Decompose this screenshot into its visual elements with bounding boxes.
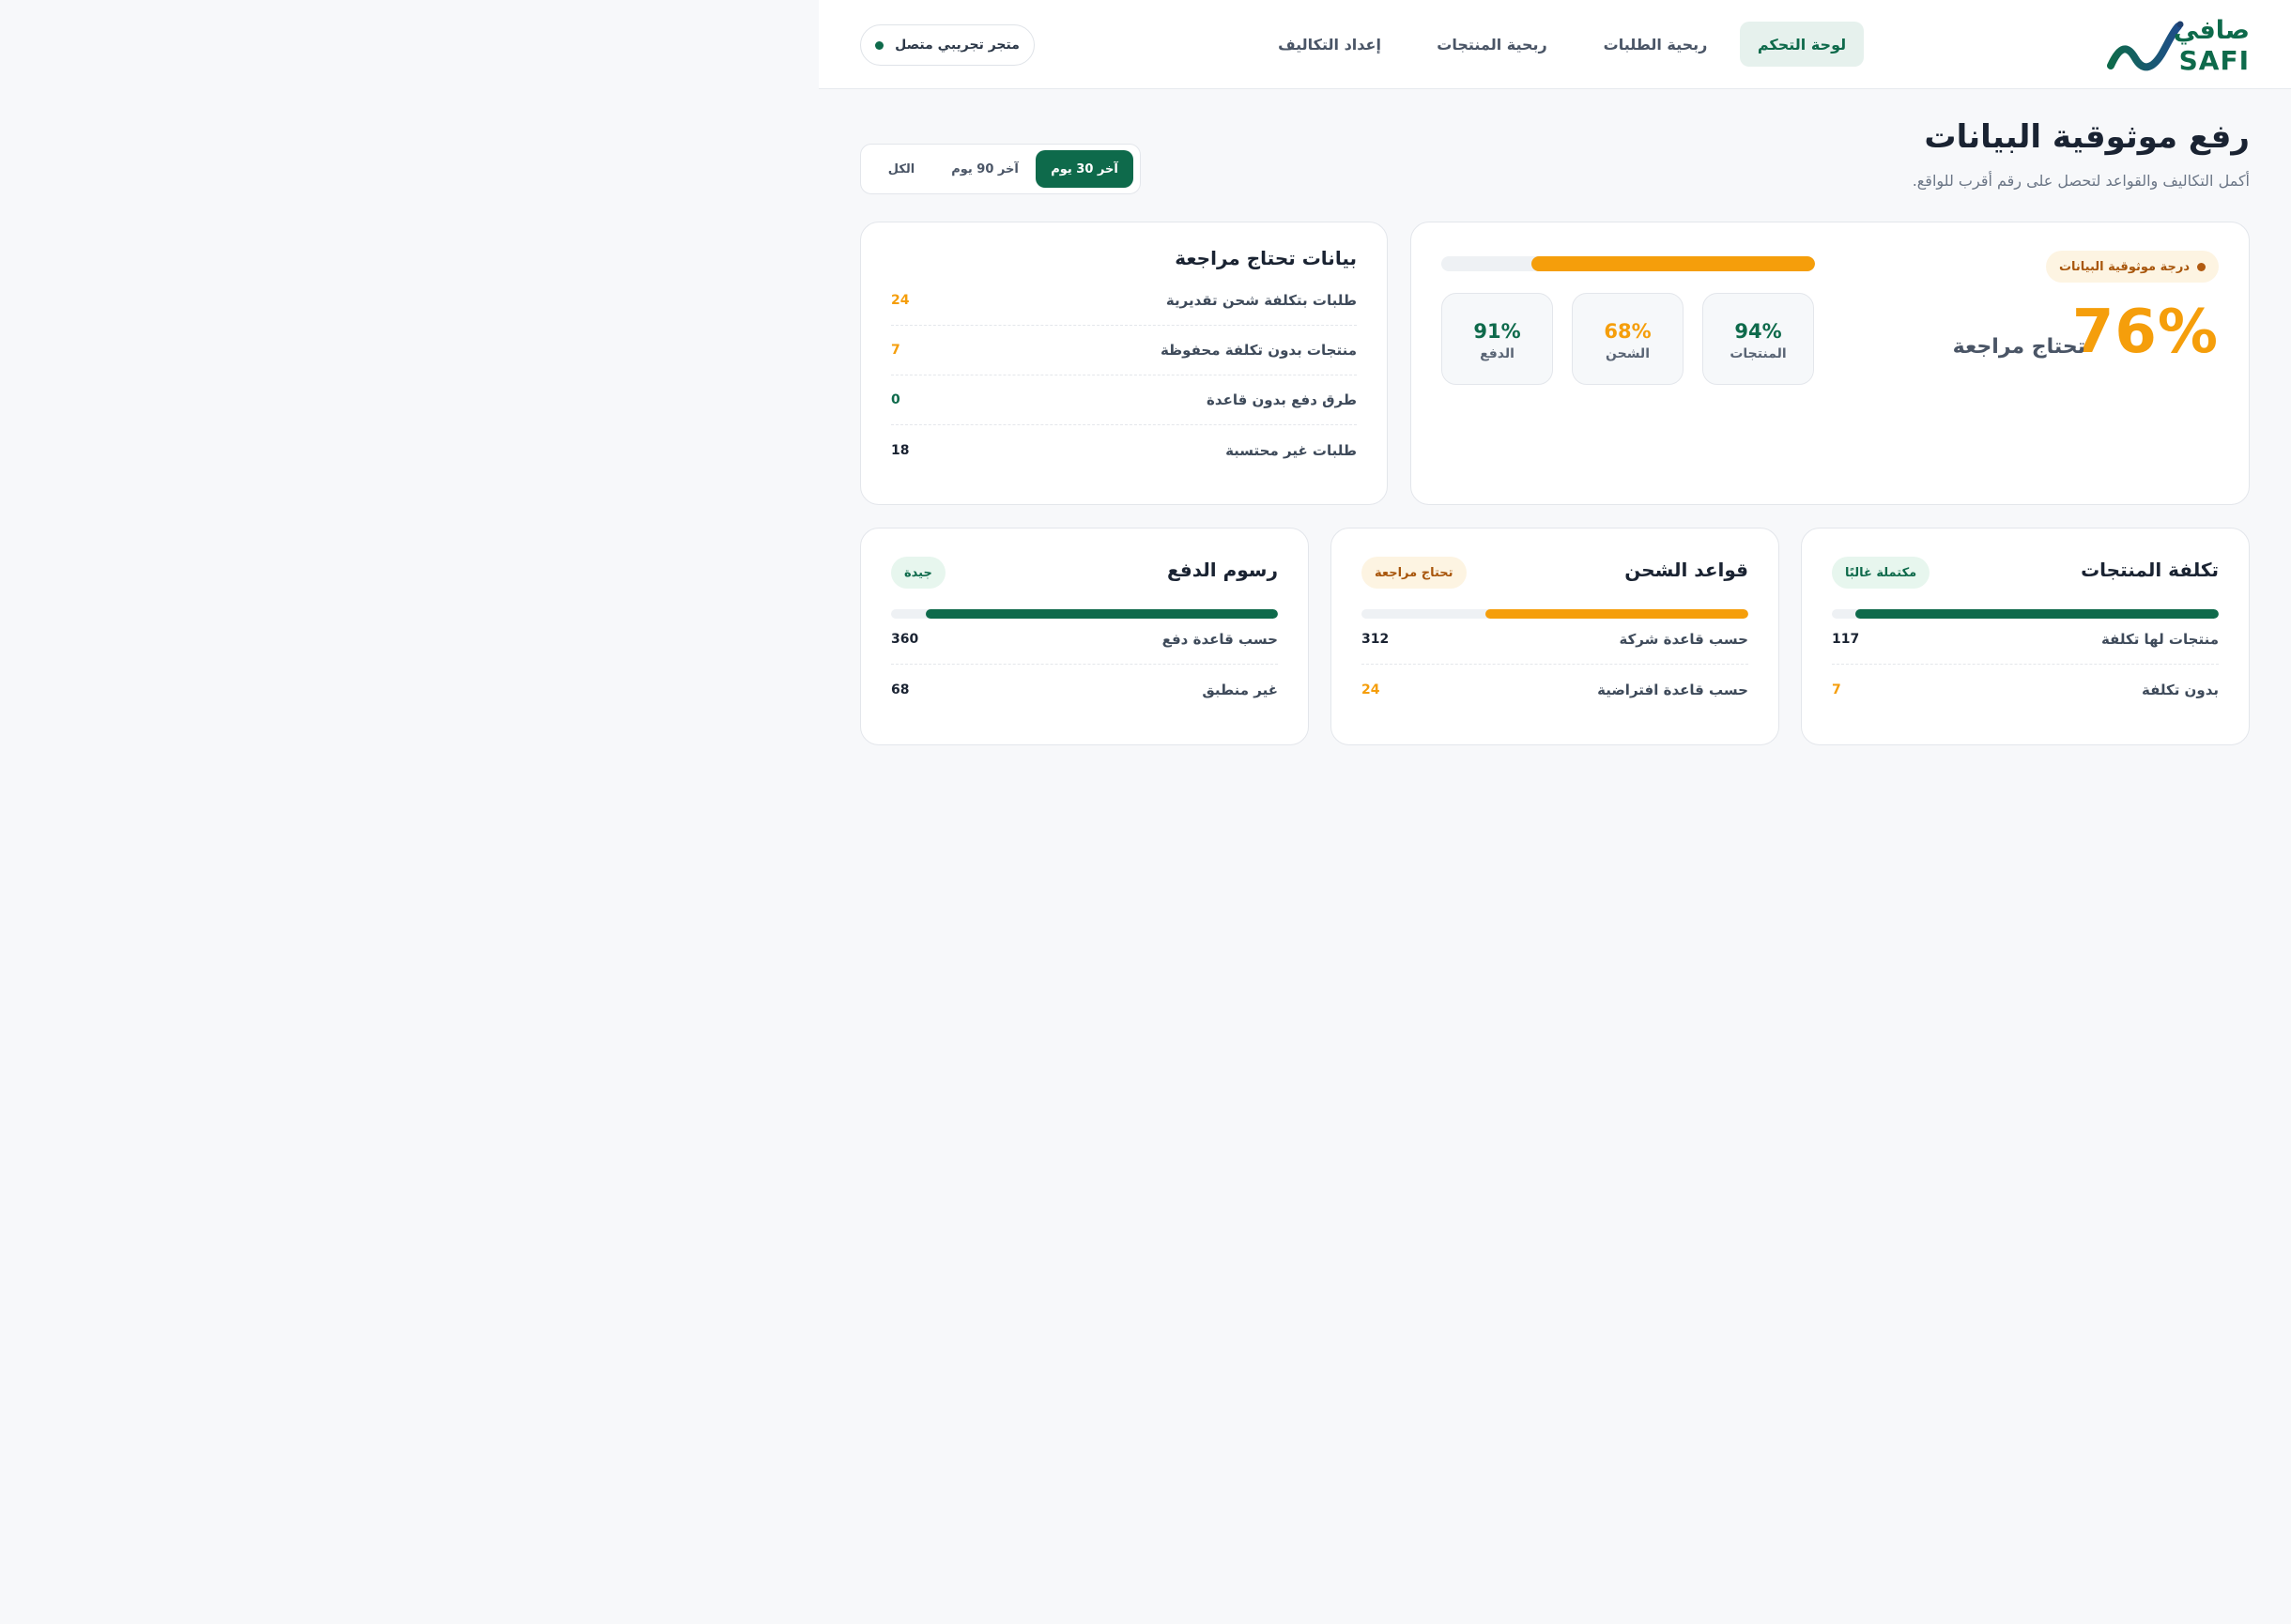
list-item-label: حسب قاعدة دفع [1161,631,1278,648]
nav-cost-setup[interactable]: إعداد التكاليف [1259,22,1400,67]
main-nav: لوحة التحكم ربحية الطلبات ربحية المنتجات… [1259,22,1864,67]
review-row-value: 18 [891,442,910,458]
nav-dashboard[interactable]: لوحة التحكم [1740,22,1864,67]
metric-shipping-label: الشحن [1606,346,1650,361]
product-cost-list: منتجات لها تكلفة 117 بدون تكلفة 7 [1832,615,2219,714]
reliability-score-card: درجة موثوقية البيانات 76% تحتاج مراجعة 9… [1410,222,2250,505]
review-row-label: طلبات غير محتسبة [1225,441,1357,459]
connected-dot-icon [875,40,884,50]
range-90-days[interactable]: آخر 90 يوم [940,150,1030,188]
metric-shipping-value: 68% [1604,320,1652,343]
list-item[interactable]: بدون تكلفة 7 [1832,665,2219,714]
review-row-label: طلبات بتكلفة شحن تقديرية [1165,292,1357,309]
metric-payment-label: الدفع [1480,346,1515,361]
payment-fees-card: رسوم الدفع جيدة حسب قاعدة دفع 360 غير من… [860,528,1309,745]
score-status: تحتاج مراجعة [1952,335,2085,359]
list-item-value: 117 [1832,632,1860,647]
list-item[interactable]: حسب قاعدة شركة 312 [1361,615,1748,665]
list-item-value: 360 [891,632,919,647]
review-list: طلبات بتكلفة شحن تقديرية 24 منتجات بدون … [891,276,1357,475]
list-item[interactable]: منتجات لها تكلفة 117 [1832,615,2219,665]
score-badge: درجة موثوقية البيانات [2045,251,2219,283]
top-bar: صافي SAFI لوحة التحكم ربحية الطلبات ربحي… [819,0,2291,89]
metric-payment-value: 91% [1473,320,1521,343]
review-row-value: 7 [891,343,900,358]
metric-products: 94% المنتجات [1702,293,1814,385]
review-row[interactable]: منتجات بدون تكلفة محفوظة 7 [891,326,1357,375]
payment-fees-list: حسب قاعدة دفع 360 غير منطبق 68 [891,615,1278,714]
metric-products-label: المنتجات [1730,346,1787,361]
shipping-rules-card: قواعد الشحن تحتاج مراجعة حسب قاعدة شركة … [1330,528,1779,745]
product-cost-title: تكلفة المنتجات [2081,559,2219,581]
date-range-switcher: آخر 30 يوم آخر 90 يوم الكل [860,144,1141,194]
score-badge-label: درجة موثوقية البيانات [2058,259,2190,274]
review-row[interactable]: طرق دفع بدون قاعدة 0 [891,375,1357,425]
page-title: رفع موثوقية البيانات [1924,118,2250,156]
review-card-title: بيانات تحتاج مراجعة [1175,247,1357,269]
brand-name-ar: صافي [2173,16,2250,45]
list-item[interactable]: غير منطبق 68 [891,665,1278,714]
range-30-days[interactable]: آخر 30 يوم [1036,150,1133,188]
store-status-text: متجر تجريبي متصل [895,38,1020,53]
review-row-value: 24 [891,293,910,308]
list-item-value: 312 [1361,632,1390,647]
nav-order-profitability[interactable]: ربحية الطلبات [1586,22,1725,67]
wave-logo-icon [2107,21,2184,71]
metric-payment: 91% الدفع [1441,293,1553,385]
score-progress-fill [1530,256,1815,271]
brand-name-en: SAFI [2178,45,2250,76]
review-row[interactable]: طلبات بتكلفة شحن تقديرية 24 [891,276,1357,326]
score-value: 76% [2071,298,2219,367]
brand-logo[interactable]: صافي SAFI [2107,15,2250,76]
payment-fees-badge: جيدة [891,557,946,589]
list-item[interactable]: حسب قاعدة دفع 360 [891,615,1278,665]
review-row-value: 0 [891,392,900,407]
list-item-value: 7 [1832,682,1841,697]
shipping-rules-title: قواعد الشحن [1624,559,1748,581]
metric-shipping: 68% الشحن [1572,293,1684,385]
review-needed-card: بيانات تحتاج مراجعة طلبات بتكلفة شحن تقد… [860,222,1388,505]
list-item[interactable]: حسب قاعدة افتراضية 24 [1361,665,1748,714]
list-item-label: حسب قاعدة شركة [1619,631,1748,648]
store-status-pill[interactable]: متجر تجريبي متصل [860,24,1035,66]
review-row-label: طرق دفع بدون قاعدة [1207,391,1357,408]
page-subtitle: أكمل التكاليف والقواعد لتحصل على رقم أقر… [1912,172,2250,190]
review-row[interactable]: طلبات غير محتسبة 18 [891,425,1357,475]
nav-product-profitability[interactable]: ربحية المنتجات [1417,22,1567,67]
list-item-label: حسب قاعدة افتراضية [1597,681,1748,698]
shipping-rules-list: حسب قاعدة شركة 312 حسب قاعدة افتراضية 24 [1361,615,1748,714]
list-item-value: 68 [891,682,910,697]
list-item-value: 24 [1361,682,1380,697]
list-item-label: منتجات لها تكلفة [2100,631,2219,648]
payment-fees-title: رسوم الدفع [1166,559,1278,581]
review-row-label: منتجات بدون تكلفة محفوظة [1160,342,1357,359]
product-cost-card: تكلفة المنتجات مكتملة غالبًا منتجات لها … [1801,528,2250,745]
list-item-label: بدون تكلفة [2141,681,2219,698]
list-item-label: غير منطبق [1202,681,1278,698]
product-cost-badge: مكتملة غالبًا [1832,557,1930,589]
score-dot-icon [2197,262,2206,271]
range-all[interactable]: الكل [869,150,934,188]
metric-products-value: 94% [1734,320,1782,343]
shipping-rules-badge: تحتاج مراجعة [1361,557,1467,589]
score-progress-bar [1441,256,1815,271]
